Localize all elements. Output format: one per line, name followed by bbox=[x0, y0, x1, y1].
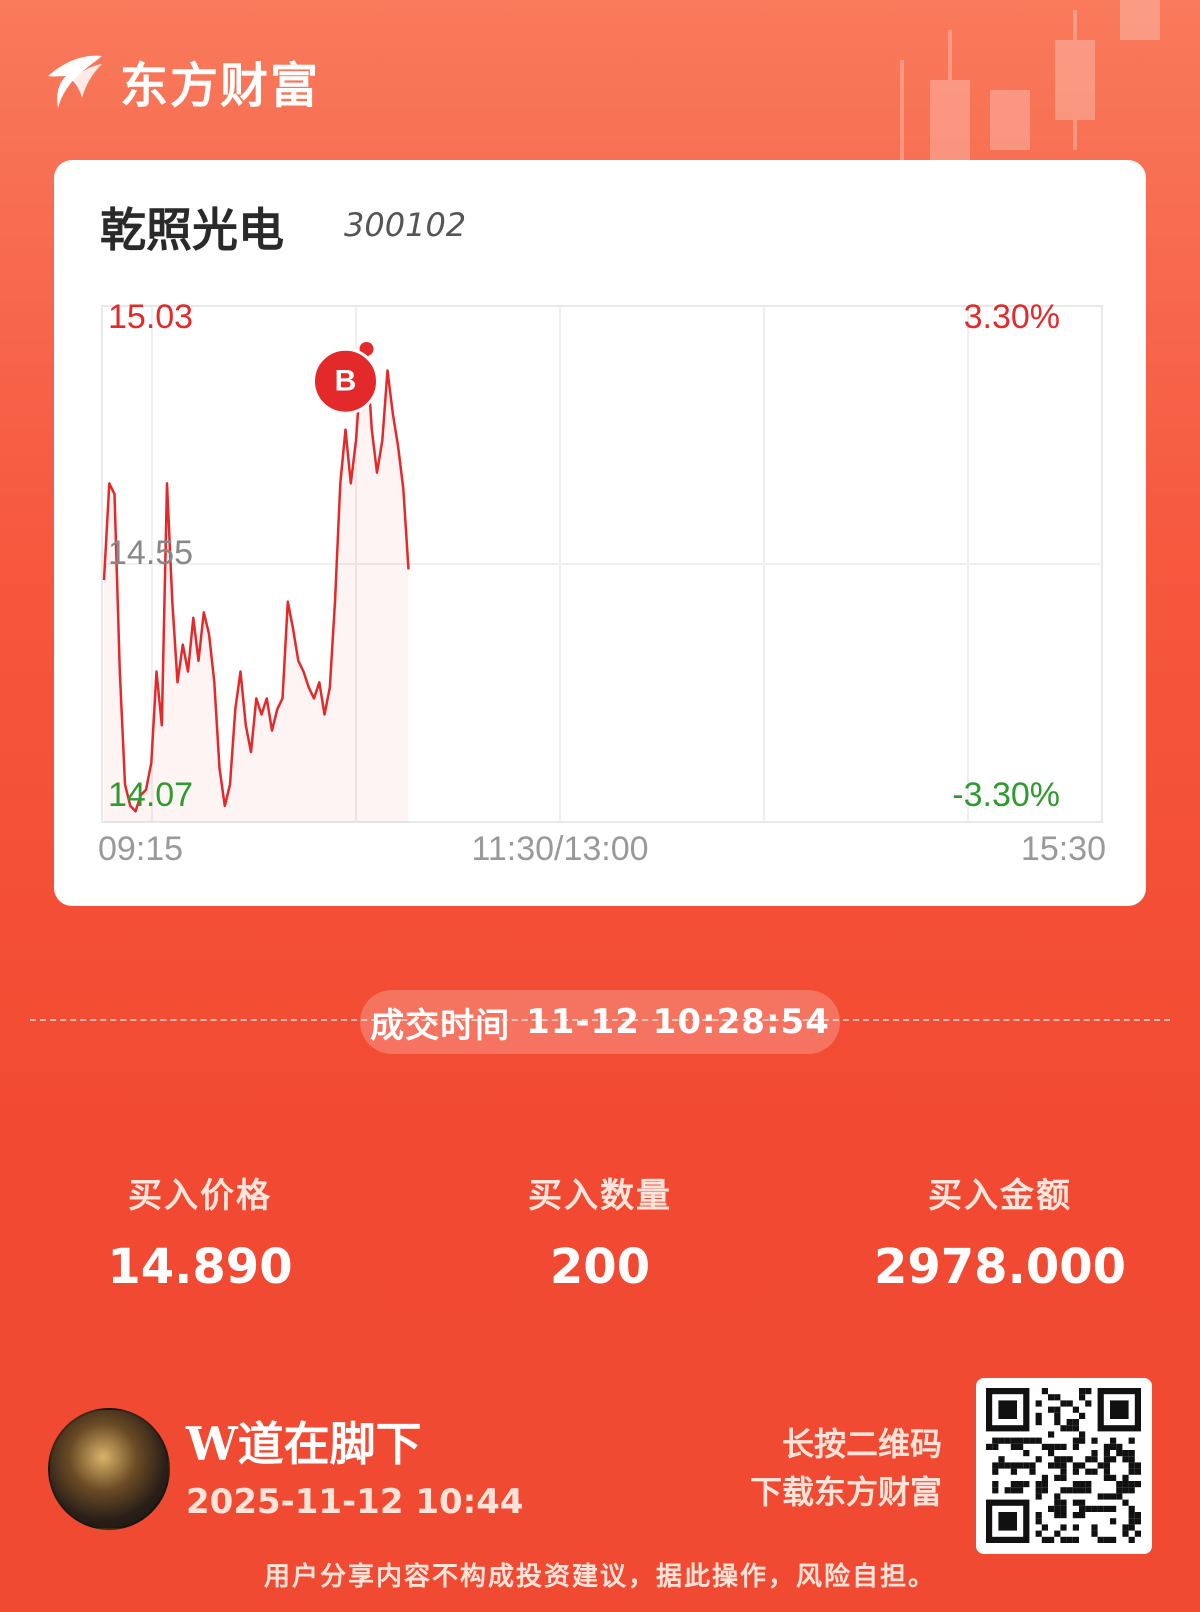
intraday-chart: B 15.03 14.55 14.07 3.30% -3.30% 09:15 1… bbox=[98, 298, 1106, 868]
eastmoney-logo-icon bbox=[48, 55, 102, 108]
buy-marker: B bbox=[312, 347, 379, 415]
qr-hint-line1: 长按二维码 bbox=[781, 1425, 942, 1463]
avatar[interactable] bbox=[48, 1408, 170, 1530]
x-label-start: 09:15 bbox=[98, 830, 183, 868]
trade-time-label: 成交时间 bbox=[370, 1005, 511, 1046]
trade-time-row: 成交时间 11-12 10:28:54 bbox=[30, 990, 1170, 1066]
x-label-end: 15:30 bbox=[1021, 830, 1106, 868]
metric-value: 14.890 bbox=[107, 1239, 293, 1295]
y-label-bottom: 14.07 bbox=[108, 776, 193, 814]
y-label-top: 15.03 bbox=[108, 298, 193, 336]
metric-value: 2978.000 bbox=[873, 1239, 1127, 1295]
brand-name: 东方财富 bbox=[120, 58, 321, 114]
x-label-mid: 11:30/13:00 bbox=[471, 830, 648, 868]
metric-buy-price: 买入价格 14.890 bbox=[40, 1168, 360, 1295]
chart-card: 乾照光电 300102 B 15.03 14.55 14.07 3.30% -3… bbox=[54, 160, 1146, 906]
share-datetime: 2025-11-12 10:44 bbox=[186, 1482, 524, 1522]
metric-buy-quantity: 买入数量 200 bbox=[440, 1168, 760, 1295]
pct-label-bottom: -3.30% bbox=[952, 776, 1060, 814]
buy-marker-label: B bbox=[335, 365, 357, 398]
metric-label: 买入价格 bbox=[128, 1176, 272, 1216]
y-label-mid: 14.55 bbox=[108, 534, 193, 572]
metric-buy-amount: 买入金额 2978.000 bbox=[840, 1168, 1160, 1295]
qr-hint-line2: 下载东方财富 bbox=[749, 1473, 942, 1511]
brand-logo: 东方财富 bbox=[46, 46, 320, 116]
user-name[interactable]: W道在脚下 bbox=[186, 1408, 422, 1474]
metric-label: 买入金额 bbox=[928, 1176, 1072, 1216]
metric-label: 买入数量 bbox=[528, 1176, 672, 1216]
price-area bbox=[104, 349, 409, 822]
qr-code-icon[interactable] bbox=[976, 1378, 1152, 1554]
metric-value: 200 bbox=[549, 1239, 651, 1295]
disclaimer: 用户分享内容不构成投资建议，据此操作，风险自担。 bbox=[263, 1562, 936, 1592]
pct-label-top: 3.30% bbox=[964, 298, 1060, 336]
trade-time-pill: 成交时间 11-12 10:28:54 bbox=[360, 990, 840, 1054]
qr-hint: 长按二维码 下载东方财富 bbox=[750, 1420, 942, 1516]
trade-time-value: 11-12 10:28:54 bbox=[526, 1002, 830, 1042]
